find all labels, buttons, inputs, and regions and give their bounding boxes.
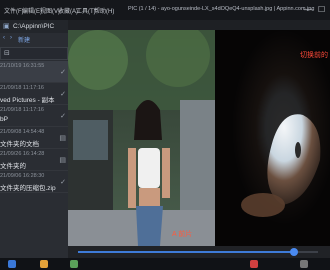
maximize-button[interactable]: ☐ <box>318 5 325 14</box>
filter-icon: ⊟ <box>4 50 10 57</box>
tray-icon <box>300 260 308 268</box>
menu-favorites[interactable]: 收藏(A) <box>58 6 78 15</box>
item-date: 21/09/26 16:14:28 <box>0 151 45 157</box>
menu-help[interactable]: 帮助(H) <box>94 6 114 15</box>
folder-icon[interactable] <box>40 260 48 268</box>
item-date: 21/10/19 16:31:55 <box>0 63 45 69</box>
path-bar[interactable]: ▣ C:\Appinn\PIC <box>0 20 68 33</box>
check-icon[interactable]: ✓ <box>60 68 66 76</box>
list-item[interactable]: 21/09/18 11:17:16 bP ✓ <box>0 105 68 127</box>
after-label: 切换前的 <box>300 50 328 60</box>
current-path: C:\Appinn\PIC <box>13 23 55 30</box>
back-button[interactable]: ‹ <box>3 35 5 41</box>
menu-file[interactable]: 文件(F) <box>4 6 24 15</box>
item-name: 文件夹的文档 <box>0 141 39 148</box>
doc-icon[interactable]: ▤ <box>59 156 66 164</box>
menu-bar: 文件(F) 编辑(E) 视图(V) 收藏(A) 工具(T) 帮助(H) PIC … <box>0 0 330 20</box>
item-date: 21/09/18 11:17:16 <box>0 85 44 91</box>
app-icon[interactable] <box>250 260 258 268</box>
image-viewer[interactable] <box>68 30 330 246</box>
item-date: 21/09/06 16:28:30 <box>0 173 45 179</box>
forward-button[interactable]: › <box>10 35 12 41</box>
item-name: bP <box>0 116 8 123</box>
panel-toolbar: ‹ › 新建 <box>0 34 68 45</box>
zoom-handle[interactable] <box>290 248 298 256</box>
taskbar <box>0 258 330 270</box>
item-name: 文件夹的压缩包.zip <box>0 185 56 192</box>
new-button[interactable]: 新建 <box>18 35 30 44</box>
list-item[interactable]: 21/09/06 16:28:30 文件夹的压缩包.zip ✓ <box>0 171 68 193</box>
zoom-slider[interactable] <box>78 248 318 256</box>
list-item[interactable]: 21/09/26 16:14:28 文件夹的 ▤ <box>0 149 68 171</box>
menu-edit[interactable]: 编辑(E) <box>22 6 42 15</box>
list-item[interactable]: 21/10/19 16:31:55 ✓ <box>0 61 68 83</box>
check-icon[interactable]: ✓ <box>60 112 66 120</box>
item-date: 21/09/08 14:54:48 <box>0 129 45 135</box>
folder-icon: ▣ <box>3 23 10 30</box>
before-label: A 前片 <box>172 231 193 238</box>
zoom-bar <box>68 246 330 258</box>
minimize-button[interactable]: — <box>304 5 312 14</box>
item-name: 文件夹的 <box>0 163 26 170</box>
list-item[interactable]: 21/09/08 14:54:48 文件夹的文档 ▤ <box>0 127 68 149</box>
file-panel: ▣ C:\Appinn\PIC ‹ › 新建 ⊟ 21/10/19 16:31:… <box>0 20 68 258</box>
check-icon[interactable]: ✓ <box>60 90 66 98</box>
check-icon[interactable]: ✓ <box>60 178 66 186</box>
app-icon[interactable] <box>70 260 78 268</box>
start-icon[interactable] <box>8 260 16 268</box>
zoom-fill <box>78 251 294 253</box>
item-date: 21/09/18 11:17:16 <box>0 107 44 113</box>
filter-box[interactable]: ⊟ <box>0 47 68 60</box>
photo-comparison <box>68 30 330 246</box>
list-item[interactable]: 21/09/18 11:17:16 ved Pictures - 副本 ✓ <box>0 83 68 105</box>
file-list: 21/10/19 16:31:55 ✓ 21/09/18 11:17:16 ve… <box>0 61 68 193</box>
item-name: ved Pictures - 副本 <box>0 97 55 104</box>
window-title: PIC (1 / 14) - ayo-ogunseinde-LX_s4dOQeQ… <box>128 6 315 12</box>
doc-icon[interactable]: ▤ <box>59 134 66 142</box>
menu-tools[interactable]: 工具(T) <box>76 6 96 15</box>
menu-view[interactable]: 视图(V) <box>40 6 60 15</box>
